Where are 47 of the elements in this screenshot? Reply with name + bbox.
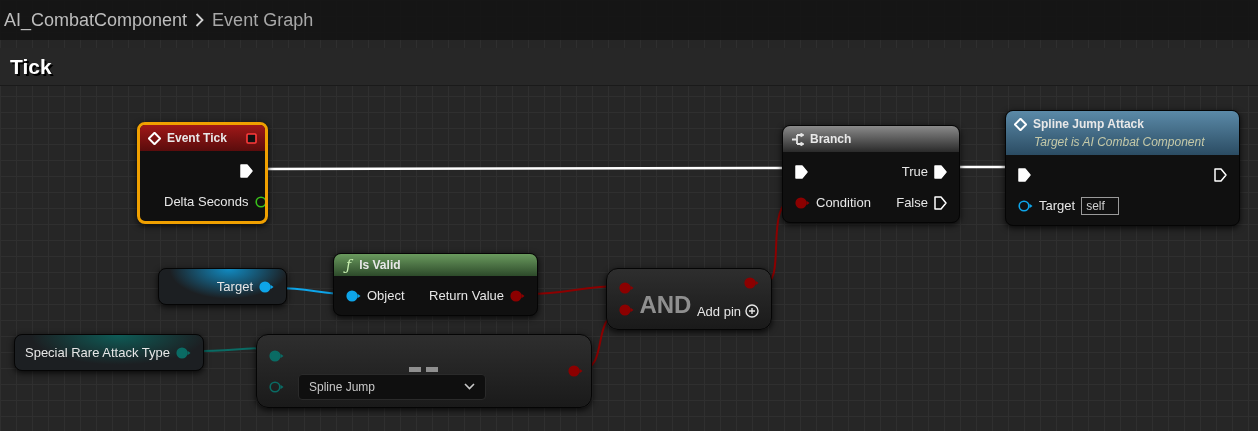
event-diamond-icon [148, 131, 161, 145]
plus-circle-icon [745, 304, 759, 319]
variable-node[interactable]: Target [158, 268, 287, 305]
data-pin[interactable] [259, 280, 274, 293]
chevron-right-icon [195, 13, 205, 27]
pin-label: True [901, 162, 928, 181]
node-title: Is Valid [359, 257, 401, 274]
default-value-field[interactable]: self [1081, 196, 1120, 215]
breadcrumb-item[interactable]: AI_CombatComponent [4, 6, 188, 34]
exec-pin[interactable] [934, 195, 947, 210]
chevron-down-icon [464, 383, 475, 390]
pin-label: Target [1039, 196, 1076, 215]
exec-pin[interactable] [795, 164, 808, 179]
function-node[interactable]: ƒ Is Valid Object Return Value [333, 253, 538, 316]
pin-label: Target [216, 277, 253, 296]
pin-label: Object [367, 286, 405, 305]
equals-icon [409, 367, 439, 372]
breadcrumb-item[interactable]: Event Graph [212, 6, 314, 34]
variable-node[interactable]: Special Rare Attack Type [14, 334, 204, 371]
pin-label: False [896, 193, 928, 212]
event-diamond-icon [1014, 117, 1027, 131]
pin-label: Delta Seconds [164, 192, 249, 211]
node-subtitle: Target is AI Combat Component [1033, 134, 1206, 151]
node-title: Branch [810, 131, 852, 148]
stop-icon [246, 132, 257, 144]
exec-pin[interactable] [1018, 167, 1031, 182]
event-node[interactable]: Event Tick Delta Seconds [137, 122, 268, 224]
function-node[interactable]: Spline Jump Attack Target is AI Combat Component Target self [1005, 110, 1240, 226]
node-title: Spline Jump Attack [1033, 116, 1144, 133]
operator-title: AND [639, 290, 692, 320]
pin-label: Special Rare Attack Type [25, 343, 170, 362]
graph-title: Tick [10, 53, 52, 80]
exec-pin[interactable] [240, 163, 253, 178]
exec-pin[interactable] [1214, 167, 1227, 182]
pin-label: Return Value [429, 286, 504, 305]
exec-pin[interactable] [934, 164, 947, 179]
node-title: Event Tick [167, 130, 227, 147]
data-pin[interactable] [1018, 199, 1033, 212]
operator-node[interactable]: AND Add pin [606, 268, 772, 330]
branch-icon [791, 132, 804, 146]
data-pin[interactable] [254, 195, 265, 208]
data-pin[interactable] [346, 289, 361, 302]
enum-dropdown[interactable]: Spline Jump [298, 373, 486, 400]
branch-node[interactable]: Branch True Condition False [782, 125, 960, 223]
pin-label: Condition [816, 193, 871, 212]
add-pin-button[interactable]: Add pin [696, 301, 759, 321]
compare-node[interactable]: Spline Jump [256, 334, 592, 408]
